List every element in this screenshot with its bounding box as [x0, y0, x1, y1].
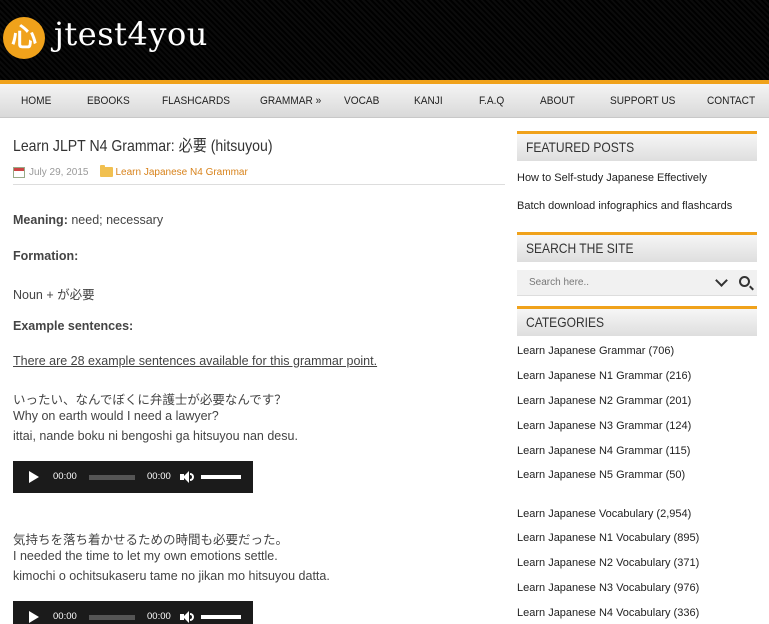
post-title[interactable]: Learn JLPT N4 Grammar: 必要 (hitsuyou) — [13, 132, 273, 156]
category-link[interactable]: Learn Japanese N1 Vocabulary (895) — [517, 532, 699, 544]
category-link[interactable]: Learn Japanese N2 Vocabulary (371) — [517, 557, 699, 569]
formation-value: Noun + が必要 — [13, 288, 95, 302]
nav-grammar[interactable]: GRAMMAR » — [260, 84, 321, 118]
nav-ebooks[interactable]: EBOOKS — [87, 84, 130, 118]
audio-progress-bar[interactable] — [89, 475, 135, 480]
play-icon[interactable] — [29, 471, 39, 483]
meaning-label: Meaning: — [13, 213, 68, 227]
title-divider — [13, 184, 505, 185]
post-meta: July 29, 2015 Learn Japanese N4 Grammar — [13, 165, 248, 179]
meaning-line: Meaning: need; necessary — [13, 213, 163, 227]
calendar-icon — [13, 166, 25, 178]
categories-heading: CATEGORIES — [517, 306, 757, 336]
chevron-down-icon[interactable] — [715, 274, 728, 287]
site-header: 心 jtest4you — [0, 0, 769, 80]
post-date: July 29, 2015 — [29, 166, 89, 178]
main-nav: HOME EBOOKS FLASHCARDS GRAMMAR » VOCAB K… — [0, 84, 769, 118]
nav-faq[interactable]: F.A.Q — [479, 84, 504, 118]
example-2-romaji: kimochi o ochitsukaseru tame no jikan mo… — [13, 569, 330, 583]
category-link[interactable]: Learn Japanese N2 Grammar (201) — [517, 395, 691, 407]
nav-about[interactable]: ABOUT — [540, 84, 575, 118]
category-link[interactable]: Learn Japanese N5 Grammar (50) — [517, 469, 685, 481]
category-link[interactable]: Learn Japanese N4 Grammar (115) — [517, 445, 690, 457]
search-icon[interactable] — [739, 276, 750, 287]
category-link[interactable]: Learn Japanese N3 Grammar (124) — [517, 420, 691, 432]
example-1-romaji: ittai, nande boku ni bengoshi ga hitsuyo… — [13, 429, 298, 443]
featured-post-link[interactable]: Batch download infographics and flashcar… — [517, 200, 732, 212]
volume-slider[interactable] — [201, 475, 241, 479]
nav-contact[interactable]: CONTACT — [707, 84, 755, 118]
audio-player-2[interactable]: 00:00 00:00 — [13, 601, 253, 624]
featured-post-link[interactable]: How to Self-study Japanese Effectively — [517, 172, 707, 184]
featured-posts-heading: FEATURED POSTS — [517, 131, 757, 161]
search-input[interactable]: Search here.. — [517, 270, 757, 296]
category-link[interactable]: Learn Japanese N1 Grammar (216) — [517, 370, 691, 382]
nav-vocab[interactable]: VOCAB — [344, 84, 379, 118]
site-name[interactable]: jtest4you — [54, 15, 208, 53]
audio-progress-bar[interactable] — [89, 615, 135, 620]
nav-support-us[interactable]: SUPPORT US — [610, 84, 675, 118]
audio-duration: 00:00 — [147, 611, 171, 622]
volume-icon[interactable] — [180, 470, 194, 484]
nav-home[interactable]: HOME — [21, 84, 51, 118]
category-link[interactable]: Learn Japanese N4 Vocabulary (336) — [517, 607, 699, 619]
category-link[interactable]: Learn Japanese Vocabulary (2,954) — [517, 508, 691, 520]
volume-slider[interactable] — [201, 615, 241, 619]
audio-player-1[interactable]: 00:00 00:00 — [13, 461, 253, 493]
category-link[interactable]: Learn Japanese Grammar (706) — [517, 345, 674, 357]
category-link[interactable]: Learn Japanese N3 Vocabulary (976) — [517, 582, 699, 594]
meaning-value: need; necessary — [71, 213, 164, 227]
examples-label: Example sentences: — [13, 319, 134, 333]
search-placeholder: Search here.. — [529, 277, 590, 288]
examples-link[interactable]: There are 28 example sentences available… — [13, 354, 377, 368]
example-1-japanese: いったい、なんでぼくに弁護士が必要なんです？ — [13, 393, 287, 407]
nav-flashcards[interactable]: FLASHCARDS — [162, 84, 230, 118]
folder-icon — [99, 165, 113, 177]
audio-current-time: 00:00 — [53, 611, 77, 622]
example-1-english: Why on earth would I need a lawyer? — [13, 409, 219, 423]
logo-icon[interactable]: 心 — [3, 17, 45, 59]
formation-label: Formation: — [13, 249, 79, 263]
audio-duration: 00:00 — [147, 471, 171, 482]
example-2-japanese: 気持ちを落ち着かせるための時間も必要だった。 — [13, 533, 289, 547]
nav-kanji[interactable]: KANJI — [414, 84, 443, 118]
post-category-link[interactable]: Learn Japanese N4 Grammar — [116, 167, 248, 178]
audio-current-time: 00:00 — [53, 471, 77, 482]
volume-icon[interactable] — [180, 610, 194, 624]
search-heading: SEARCH THE SITE — [517, 232, 757, 262]
play-icon[interactable] — [29, 611, 39, 623]
example-2-english: I needed the time to let my own emotions… — [13, 549, 278, 563]
